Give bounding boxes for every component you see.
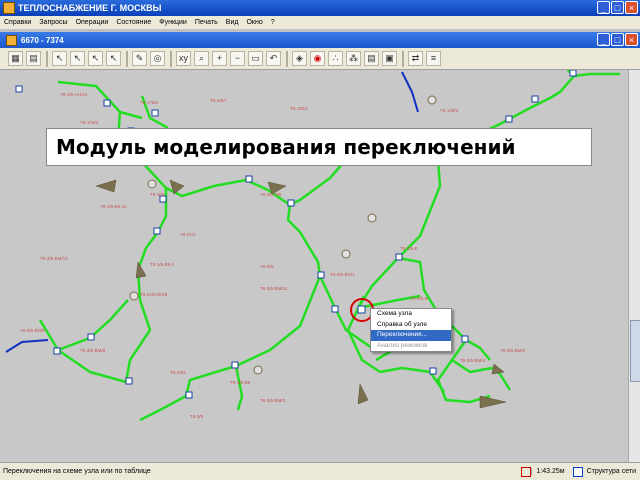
svg-text:ТК-3/5-ВИ/8: ТК-3/5-ВИ/8 <box>20 328 45 333</box>
svg-text:ТК-140/3: ТК-140/3 <box>440 108 459 113</box>
target-icon[interactable]: ◉ <box>310 51 325 66</box>
pipe-network <box>38 70 620 422</box>
menu-item-sostoyanie[interactable]: Состояние <box>112 19 155 26</box>
app-title-bar: ТЕПЛОСНАБЖЕНИЕ Г. МОСКВЫ _ □ × <box>0 0 640 16</box>
status-message: Переключения на схеме узла или по таблиц… <box>3 468 151 475</box>
svg-text:ТК-4/5-В: ТК-4/5-В <box>410 296 428 301</box>
menu-item-pechat[interactable]: Печать <box>191 19 222 26</box>
vertical-scrollbar[interactable] <box>628 70 640 462</box>
svg-text:ТК-3/5-ВК: ТК-3/5-ВК <box>230 380 251 385</box>
context-menu-item-switching[interactable]: Переключения... <box>371 330 451 341</box>
clock-icon <box>521 466 532 477</box>
svg-text:ТК-3/5-ВМ/4: ТК-3/5-ВМ/4 <box>460 358 486 363</box>
close-icon[interactable]: × <box>625 1 638 14</box>
select-icon[interactable]: ↖ <box>52 51 67 66</box>
child-window-title: 6670 - 7374 <box>21 35 64 45</box>
sync-icon[interactable]: ⇄ <box>408 51 423 66</box>
menu-item-vid[interactable]: Вид <box>222 19 243 26</box>
svg-text:ТК-1/5А: ТК-1/5А <box>210 98 226 103</box>
layers-icon[interactable]: ≡ <box>426 51 441 66</box>
node-context-menu: Схема узла Справка об узле Переключения.… <box>370 308 452 352</box>
child-window-title-bar: 6670 - 7374 _ □ × <box>0 32 640 48</box>
app-icon <box>3 2 15 14</box>
svg-text:ТК-106: ТК-106 <box>150 192 165 197</box>
menu-item-help[interactable]: ? <box>267 19 279 26</box>
print-icon[interactable]: ▣ <box>382 51 397 66</box>
status-structure-label[interactable]: Структура сети <box>583 468 640 475</box>
status-time: 1:43.25м <box>531 468 568 475</box>
zoom-in-icon[interactable]: + <box>212 51 227 66</box>
child-close-icon[interactable]: × <box>625 33 638 46</box>
network-icon[interactable]: ⁂ <box>346 51 361 66</box>
toolbar-separator <box>402 50 404 67</box>
binoculars-icon[interactable]: ◎ <box>150 51 165 66</box>
toolbar-separator <box>286 50 288 67</box>
nodes-icon[interactable]: ∴ <box>328 51 343 66</box>
minimize-icon[interactable]: _ <box>597 1 610 14</box>
menu-bar: Справки Запросы Операции Состояние Функц… <box>0 16 640 29</box>
xy-icon[interactable]: xy <box>176 51 191 66</box>
select-branch-icon[interactable]: ↖ <box>88 51 103 66</box>
toolbar-separator <box>46 50 48 67</box>
child-maximize-icon[interactable]: □ <box>611 33 624 46</box>
svg-text:ТК-23/4: ТК-23/4 <box>170 370 186 375</box>
undo-icon[interactable]: ↶ <box>266 51 281 66</box>
svg-text:ТК-21/4: ТК-21/4 <box>180 232 196 237</box>
menu-item-okno[interactable]: Окно <box>242 19 266 26</box>
document-icon[interactable]: ▤ <box>26 51 41 66</box>
svg-text:ТК-170/1: ТК-170/1 <box>140 100 159 105</box>
child-window-controls: _ □ × <box>597 33 638 46</box>
svg-text:ТК-3/5-ВМ/3: ТК-3/5-ВМ/3 <box>260 398 286 403</box>
valve-icon[interactable]: ◈ <box>292 51 307 66</box>
svg-text:ТК-1/5-АН/12: ТК-1/5-АН/12 <box>60 92 88 97</box>
svg-text:ТК-150/1: ТК-150/1 <box>290 106 309 111</box>
svg-text:ТК-3/5-Ч/5: ТК-3/5-Ч/5 <box>260 192 282 197</box>
svg-text:ТК-170/4: ТК-170/4 <box>80 120 99 125</box>
zoom-out-icon[interactable]: − <box>230 51 245 66</box>
svg-text:ТК-1/5-ВК-11: ТК-1/5-ВК-11 <box>100 204 127 209</box>
context-menu-item-mode-analysis: Анализ режимов <box>377 341 428 349</box>
app-title: ТЕПЛОСНАБЖЕНИЕ Г. МОСКВЫ <box>18 3 162 13</box>
fit-icon[interactable]: ▭ <box>248 51 263 66</box>
zoom-icon[interactable]: ⌕ <box>194 51 209 66</box>
maximize-icon[interactable]: □ <box>611 1 624 14</box>
svg-text:ТК-21/5-ВН/8: ТК-21/5-ВН/8 <box>140 292 168 297</box>
network-structure-icon[interactable] <box>572 466 583 477</box>
report-icon[interactable]: ▤ <box>364 51 379 66</box>
menu-item-spravki[interactable]: Справки <box>0 19 35 26</box>
scrollbar-thumb[interactable] <box>630 320 640 382</box>
child-minimize-icon[interactable]: _ <box>597 33 610 46</box>
window-controls: _ □ × <box>597 1 638 14</box>
menu-item-operacii[interactable]: Операции <box>72 19 113 26</box>
svg-text:ТК-1/5-ВК-1: ТК-1/5-ВК-1 <box>150 262 175 267</box>
context-menu-item-node-info[interactable]: Справка об узле <box>371 320 451 331</box>
child-window-icon <box>6 34 17 46</box>
svg-text:ТК-3/5: ТК-3/5 <box>190 414 204 419</box>
menu-item-funkcii[interactable]: Функции <box>155 19 191 26</box>
svg-text:ТК-3/5-ВМ/12: ТК-3/5-ВМ/12 <box>40 256 68 261</box>
svg-text:ТК-3/5-: ТК-3/5- <box>260 264 275 269</box>
context-menu-item-node-scheme[interactable]: Схема узла <box>371 309 451 320</box>
toolbar-separator <box>170 50 172 67</box>
select-area-icon[interactable]: ↖ <box>106 51 121 66</box>
svg-text:ТК-3/5-ВМ/8: ТК-3/5-ВМ/8 <box>80 348 106 353</box>
toolbar-separator <box>126 50 128 67</box>
banner-text: Модуль моделирования переключений <box>56 135 516 159</box>
menu-item-zaprosy[interactable]: Запросы <box>35 19 71 26</box>
select-node-icon[interactable]: ↖ <box>70 51 85 66</box>
status-bar: Переключения на схеме узла или по таблиц… <box>0 462 640 480</box>
pencil-icon[interactable]: ✎ <box>132 51 147 66</box>
svg-text:ТК-3/5-Е: ТК-3/5-Е <box>400 246 418 251</box>
grid-icon[interactable]: ▦ <box>8 51 23 66</box>
svg-text:ТК-3/5-ВМ/2: ТК-3/5-ВМ/2 <box>500 348 526 353</box>
svg-text:ТК-3/5-ВН/1: ТК-3/5-ВН/1 <box>330 272 355 277</box>
svg-text:ТК-3/5-ВМ/11: ТК-3/5-ВМ/11 <box>260 286 288 291</box>
toolbar: ▦ ▤ ↖ ↖ ↖ ↖ ✎ ◎ xy ⌕ + − ▭ ↶ ◈ ◉ ∴ ⁂ ▤ ▣… <box>0 48 640 70</box>
module-title-banner: Модуль моделирования переключений <box>46 128 592 166</box>
